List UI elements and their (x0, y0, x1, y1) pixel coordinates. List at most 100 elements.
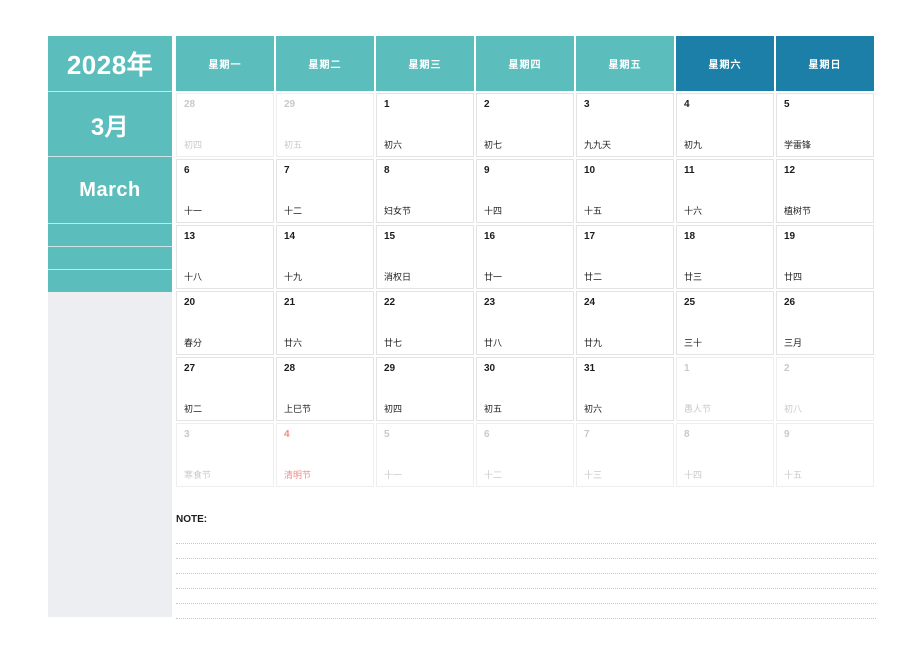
calendar-day-cell[interactable]: 25 三十 (676, 291, 774, 355)
calendar-day-cell[interactable]: 19 廿四 (776, 225, 874, 289)
day-lunar-label: 十四 (484, 206, 503, 216)
day-lunar-label: 初五 (284, 140, 303, 150)
calendar-day-cell[interactable]: 21 廿六 (276, 291, 374, 355)
calendar-day-cell[interactable]: 13 十八 (176, 225, 274, 289)
day-number: 29 (284, 99, 296, 110)
calendar-week-row: 6 十一 7 十二 8 妇女节 9 十四 10 十五 11 十六 12 植树节 (176, 159, 876, 223)
weekday-header-label: 星期二 (308, 60, 342, 71)
calendar-day-cell[interactable]: 16 廿一 (476, 225, 574, 289)
day-number: 26 (784, 297, 796, 308)
day-number: 28 (184, 99, 196, 110)
day-lunar-label: 初六 (584, 404, 603, 414)
day-number: 9 (784, 429, 790, 440)
day-lunar-label: 寒食节 (184, 470, 212, 480)
calendar-day-cell[interactable]: 15 消权日 (376, 225, 474, 289)
calendar-day-cell[interactable]: 27 初二 (176, 357, 274, 421)
weekday-header-label: 星期一 (208, 60, 242, 71)
day-lunar-label: 十三 (584, 470, 603, 480)
day-number: 1 (384, 99, 390, 110)
sidebar-spacer-block-2 (48, 247, 172, 270)
calendar-day-cell[interactable]: 24 廿九 (576, 291, 674, 355)
day-lunar-label: 廿四 (784, 272, 803, 282)
calendar-day-cell[interactable]: 29 初五 (276, 93, 374, 157)
calendar-week-row: 27 初二 28 上巳节 29 初四 30 初五 31 初六 1 愚人节 2 初八 (176, 357, 876, 421)
weekday-header-label: 星期三 (408, 60, 442, 71)
day-lunar-label: 初四 (384, 404, 403, 414)
calendar-day-cell[interactable]: 6 十二 (476, 423, 574, 487)
calendar-day-cell[interactable]: 3 寒食节 (176, 423, 274, 487)
calendar-day-cell[interactable]: 10 十五 (576, 159, 674, 223)
calendar-day-cell[interactable]: 1 愚人节 (676, 357, 774, 421)
calendar-day-cell[interactable]: 7 十三 (576, 423, 674, 487)
calendar-day-cell[interactable]: 29 初四 (376, 357, 474, 421)
calendar-day-cell[interactable]: 2 初七 (476, 93, 574, 157)
calendar-day-cell[interactable]: 12 植树节 (776, 159, 874, 223)
day-number: 8 (684, 429, 690, 440)
calendar-day-cell[interactable]: 22 廿七 (376, 291, 474, 355)
note-line[interactable] (176, 544, 876, 559)
note-lines[interactable] (176, 529, 876, 619)
calendar-day-cell[interactable]: 5 学雷锋 (776, 93, 874, 157)
calendar-day-cell[interactable]: 28 初四 (176, 93, 274, 157)
day-lunar-label: 廿一 (484, 272, 503, 282)
note-line[interactable] (176, 574, 876, 589)
calendar-day-cell[interactable]: 17 廿二 (576, 225, 674, 289)
day-number: 13 (184, 231, 196, 242)
day-number: 28 (284, 363, 296, 374)
calendar-day-cell[interactable]: 14 十九 (276, 225, 374, 289)
note-line[interactable] (176, 604, 876, 619)
calendar-day-cell[interactable]: 26 三月 (776, 291, 874, 355)
day-lunar-label: 三月 (784, 338, 803, 348)
day-lunar-label: 廿三 (684, 272, 703, 282)
calendar-day-cell[interactable]: 9 十四 (476, 159, 574, 223)
calendar-day-cell[interactable]: 4 初九 (676, 93, 774, 157)
calendar-day-cell[interactable]: 11 十六 (676, 159, 774, 223)
calendar-day-cell[interactable]: 28 上巳节 (276, 357, 374, 421)
calendar-day-cell[interactable]: 18 廿三 (676, 225, 774, 289)
calendar-day-cell[interactable]: 8 十四 (676, 423, 774, 487)
day-number: 19 (784, 231, 796, 242)
weekday-header-2: 星期二 (276, 36, 374, 91)
sidebar-year-label: 2028年 (66, 50, 154, 80)
calendar-day-cell[interactable]: 9 十五 (776, 423, 874, 487)
day-number: 3 (184, 429, 190, 440)
calendar-day-cell[interactable]: 31 初六 (576, 357, 674, 421)
note-line[interactable] (176, 529, 876, 544)
calendar-day-cell[interactable]: 5 十一 (376, 423, 474, 487)
weekday-header-label: 星期五 (608, 60, 642, 71)
note-line[interactable] (176, 559, 876, 574)
calendar-day-cell[interactable]: 3 九九天 (576, 93, 674, 157)
day-number: 25 (684, 297, 696, 308)
weekday-header-3: 星期三 (376, 36, 474, 91)
sidebar-month-en-block: March (48, 157, 172, 224)
sidebar-spacer-block-1 (48, 224, 172, 247)
day-lunar-label: 廿二 (584, 272, 603, 282)
calendar-day-cell[interactable]: 1 初六 (376, 93, 474, 157)
day-lunar-label: 十一 (184, 206, 203, 216)
day-number: 9 (484, 165, 490, 176)
calendar-day-cell[interactable]: 2 初八 (776, 357, 874, 421)
day-lunar-label: 十二 (284, 206, 303, 216)
calendar-week-row: 28 初四 29 初五 1 初六 2 初七 3 九九天 4 初九 5 学雷锋 (176, 93, 876, 157)
calendar-day-cell[interactable]: 23 廿八 (476, 291, 574, 355)
day-number: 6 (184, 165, 190, 176)
day-lunar-label: 妇女节 (384, 206, 412, 216)
calendar-day-cell[interactable]: 6 十一 (176, 159, 274, 223)
calendar-day-cell[interactable]: 20 春分 (176, 291, 274, 355)
day-number: 7 (584, 429, 590, 440)
day-number: 24 (584, 297, 596, 308)
calendar-week-rows: 28 初四 29 初五 1 初六 2 初七 3 九九天 4 初九 5 学雷锋 6 十一 7 十二 8 妇女节 9 十四 10… (176, 93, 876, 487)
calendar-day-cell[interactable]: 30 初五 (476, 357, 574, 421)
calendar-day-cell[interactable]: 4 清明节 (276, 423, 374, 487)
day-lunar-label: 初二 (184, 404, 203, 414)
day-lunar-label: 消权日 (384, 272, 412, 282)
day-number: 23 (484, 297, 496, 308)
calendar-day-cell[interactable]: 7 十二 (276, 159, 374, 223)
day-lunar-label: 初五 (484, 404, 503, 414)
weekday-header-row: 星期一 星期二 星期三 星期四 星期五 星期六 星期日 (176, 36, 876, 91)
weekday-header-label: 星期四 (508, 60, 542, 71)
calendar-day-cell[interactable]: 8 妇女节 (376, 159, 474, 223)
calendar-week-row: 13 十八 14 十九 15 消权日 16 廿一 17 廿二 18 廿三 19 廿四 (176, 225, 876, 289)
day-number: 4 (684, 99, 690, 110)
note-line[interactable] (176, 589, 876, 604)
